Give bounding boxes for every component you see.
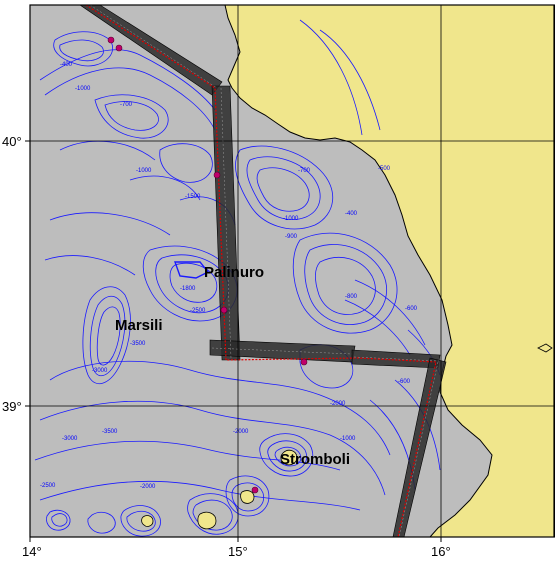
contour-label: -2500	[190, 308, 206, 314]
contour-label: -1800	[180, 286, 196, 292]
contour-label: -2500	[40, 483, 56, 489]
contour-label: -800	[345, 294, 358, 300]
place-label-palinuro: Palinuro	[204, 264, 264, 281]
contour-label: -3500	[130, 341, 146, 347]
contour-label: -500	[378, 166, 391, 172]
contour-label: -3000	[62, 436, 78, 442]
lat-label-40: 40°	[2, 134, 22, 149]
bathymetric-map: -400 -1000 -700 -1000 -1500 -1000 -400 -…	[2, 4, 555, 559]
contour-label: -400	[345, 211, 358, 217]
station-marker	[251, 486, 259, 494]
station-marker	[115, 44, 123, 52]
contour-label: -700	[120, 102, 133, 108]
contour-label: -400	[60, 62, 73, 68]
contour-label: -2000	[233, 429, 249, 435]
lat-label-39: 39°	[2, 399, 22, 414]
island	[240, 490, 255, 504]
contour-label: -900	[285, 234, 298, 240]
station-marker	[213, 171, 221, 179]
contour-label: -600	[405, 306, 418, 312]
lon-label-15: 15°	[228, 544, 248, 559]
island	[141, 515, 154, 527]
lon-label-16: 16°	[431, 544, 451, 559]
lon-label-14: 14°	[22, 544, 42, 559]
contour-label: -1500	[185, 194, 201, 200]
station-marker	[300, 358, 308, 366]
contour-label: -1000	[340, 436, 356, 442]
contour-label: -1000	[283, 216, 299, 222]
contour-label: -2000	[140, 484, 156, 490]
contour-label: -3000	[92, 368, 108, 374]
contour-label: -600	[398, 379, 411, 385]
contour-label: -1000	[136, 168, 152, 174]
place-label-marsili: Marsili	[115, 317, 163, 334]
station-marker	[220, 306, 228, 314]
contour-label: -3500	[102, 429, 118, 435]
place-label-stromboli: Stromboli	[280, 451, 350, 468]
island	[197, 511, 217, 530]
station-marker	[107, 36, 115, 44]
contour-label: -1000	[75, 86, 91, 92]
contour-label: -700	[298, 168, 311, 174]
